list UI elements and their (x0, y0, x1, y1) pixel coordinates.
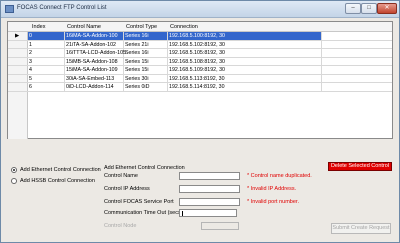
control-name-label: Control Name (104, 173, 138, 179)
table-row[interactable]: 2 16iTTTA-LCD-Addon-105 Series 16i 192.1… (8, 49, 392, 58)
cell-control-type[interactable]: Series 0iD (124, 83, 168, 91)
table-row[interactable]: 1 21iTA-SA-Addon-102 Series 21i 192.168.… (8, 40, 392, 49)
table-row[interactable]: 5 30iA-SA-Embed-113 Series 30i 192.168.5… (8, 74, 392, 83)
text-caret (182, 211, 183, 216)
column-header-control-name[interactable]: Control Name (67, 24, 101, 30)
ethernet-connection-label: Add Ethernet Control Connection (20, 167, 101, 173)
delete-selected-control-button[interactable]: Delete Selected Control (328, 162, 392, 171)
app-icon (5, 5, 14, 13)
cell-control-name[interactable]: 21iTA-SA-Addon-102 (65, 40, 124, 49)
cell-index[interactable]: 1 (28, 40, 65, 49)
cell-index[interactable]: 6 (28, 83, 65, 91)
grid-header: Index Control Name Control Type Connecti… (8, 22, 392, 32)
selected-row-arrow-icon: ▶ (15, 33, 20, 39)
cell-index[interactable]: 4 (28, 66, 65, 74)
table-row[interactable]: ▶ 0 16iMA-SA-Addon-100 Series 16i 192.16… (8, 32, 392, 41)
control-ip-error: * Invalid IP Address. (247, 186, 297, 192)
cell-connection[interactable]: 192.168.5.102:8192, 30 (168, 40, 322, 49)
window-title: FOCAS Connect FTP Control List (17, 5, 107, 11)
column-header-control-type[interactable]: Control Type (126, 24, 157, 30)
cell-control-type[interactable]: Series 16i (124, 32, 168, 40)
cell-control-type[interactable]: Series 15i (124, 57, 168, 66)
form-section-title: Add Ethernet Control Connection (104, 165, 185, 171)
control-name-input[interactable] (179, 172, 240, 180)
cell-connection[interactable]: 192.168.5.105:8192, 30 (168, 49, 322, 57)
cell-control-type[interactable]: Series 21i (124, 40, 168, 49)
column-header-index[interactable]: Index (32, 24, 45, 30)
column-header-connection[interactable]: Connection (170, 24, 198, 30)
cell-index[interactable]: 0 (28, 32, 65, 40)
timeout-input[interactable] (179, 209, 237, 217)
cell-control-name[interactable]: 15iMB-SA-Addon-108 (65, 57, 124, 66)
hssb-connection-radio[interactable]: Add HSSB Control Connection (11, 178, 95, 187)
service-port-label: Control FOCAS Service Port (104, 199, 174, 205)
cell-connection[interactable]: 192.168.5.100:8192, 30 (168, 32, 322, 40)
app-window: FOCAS Connect FTP Control List – □ ✕ Ind… (0, 0, 400, 243)
radio-unselected-icon[interactable] (11, 178, 17, 184)
service-port-input[interactable] (179, 198, 240, 206)
cell-connection[interactable]: 192.168.5.109:8192, 30 (168, 66, 322, 74)
service-port-error: * Invalid port number. (247, 199, 299, 205)
cell-index[interactable]: 2 (28, 49, 65, 57)
control-ip-label: Control IP Address (104, 186, 150, 192)
cell-connection[interactable]: 192.168.5.113:8192, 30 (168, 74, 322, 83)
control-list-grid[interactable]: Index Control Name Control Type Connecti… (7, 21, 393, 139)
cell-control-name[interactable]: 16iTTTA-LCD-Addon-105 (65, 49, 126, 57)
control-name-error: * Control name duplicated. (247, 173, 312, 179)
cell-control-type[interactable]: Series 30i (124, 74, 168, 83)
control-node-label: Control Node (104, 223, 137, 229)
submit-create-request-button[interactable]: Submit Create Request (331, 223, 391, 234)
title-bar[interactable]: FOCAS Connect FTP Control List – □ ✕ (1, 1, 399, 18)
cell-control-name[interactable]: 16iMA-SA-Addon-100 (65, 32, 124, 40)
cell-connection[interactable]: 192.168.5.114:8192, 30 (168, 83, 322, 91)
ethernet-connection-radio[interactable]: Add Ethernet Control Connection (11, 167, 101, 176)
radio-selected-icon[interactable] (11, 167, 17, 173)
cell-control-type[interactable]: Series 15i (124, 66, 168, 74)
table-row[interactable]: 6 0iD-LCD-Addon-114 Series 0iD 192.168.5… (8, 83, 392, 92)
cell-connection[interactable]: 192.168.5.108:8192, 30 (168, 57, 322, 66)
cell-control-name[interactable]: 0iD-LCD-Addon-114 (65, 83, 124, 91)
minimize-button[interactable]: – (345, 3, 361, 14)
maximize-button[interactable]: □ (361, 3, 377, 14)
timeout-label: Communication Time Out (secs) (104, 210, 183, 216)
table-row[interactable]: 3 15iMB-SA-Addon-108 Series 15i 192.168.… (8, 57, 392, 66)
close-button[interactable]: ✕ (377, 3, 397, 14)
cell-control-name[interactable]: 15iMA-SA-Addon-109 (65, 66, 124, 74)
hssb-connection-label: Add HSSB Control Connection (20, 178, 95, 184)
cell-index[interactable]: 3 (28, 57, 65, 66)
table-row[interactable]: 4 15iMA-SA-Addon-109 Series 15i 192.168.… (8, 66, 392, 75)
cell-control-name[interactable]: 30iA-SA-Embed-113 (65, 74, 124, 83)
cell-control-type[interactable]: Series 16i (124, 49, 168, 57)
cell-index[interactable]: 5 (28, 74, 65, 83)
control-ip-input[interactable] (179, 185, 240, 193)
control-node-input (201, 222, 239, 230)
